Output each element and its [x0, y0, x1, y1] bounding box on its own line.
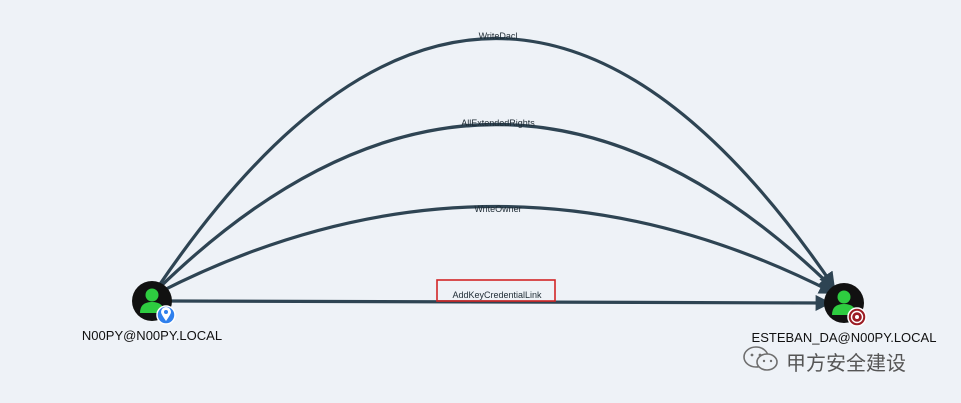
source-node-label: N00PY@N00PY.LOCAL — [82, 328, 222, 343]
watermark-text: 甲方安全建设 — [786, 351, 906, 375]
graph-svg: WriteDacl AllExtendedRights WriteOwner A… — [82, 31, 937, 345]
target-icon — [847, 307, 867, 327]
edge-label-writeowner: WriteOwner — [474, 204, 521, 214]
edges — [156, 37, 836, 311]
edge-label-addkeycredentiallink: AddKeyCredentialLink — [452, 290, 542, 300]
watermark: 甲方安全建设 — [742, 345, 906, 378]
wechat-icon — [742, 345, 780, 378]
target-node-label: ESTEBAN_DA@N00PY.LOCAL — [752, 330, 937, 345]
source-node[interactable]: N00PY@N00PY.LOCAL — [82, 281, 222, 343]
edge-label-allextendedrights: AllExtendedRights — [461, 118, 535, 128]
location-pin-icon — [156, 305, 176, 325]
target-node[interactable]: ESTEBAN_DA@N00PY.LOCAL — [752, 283, 937, 345]
edge-label-writedacl: WriteDacl — [479, 31, 518, 41]
graph-canvas[interactable]: WriteDacl AllExtendedRights WriteOwner A… — [0, 0, 961, 403]
